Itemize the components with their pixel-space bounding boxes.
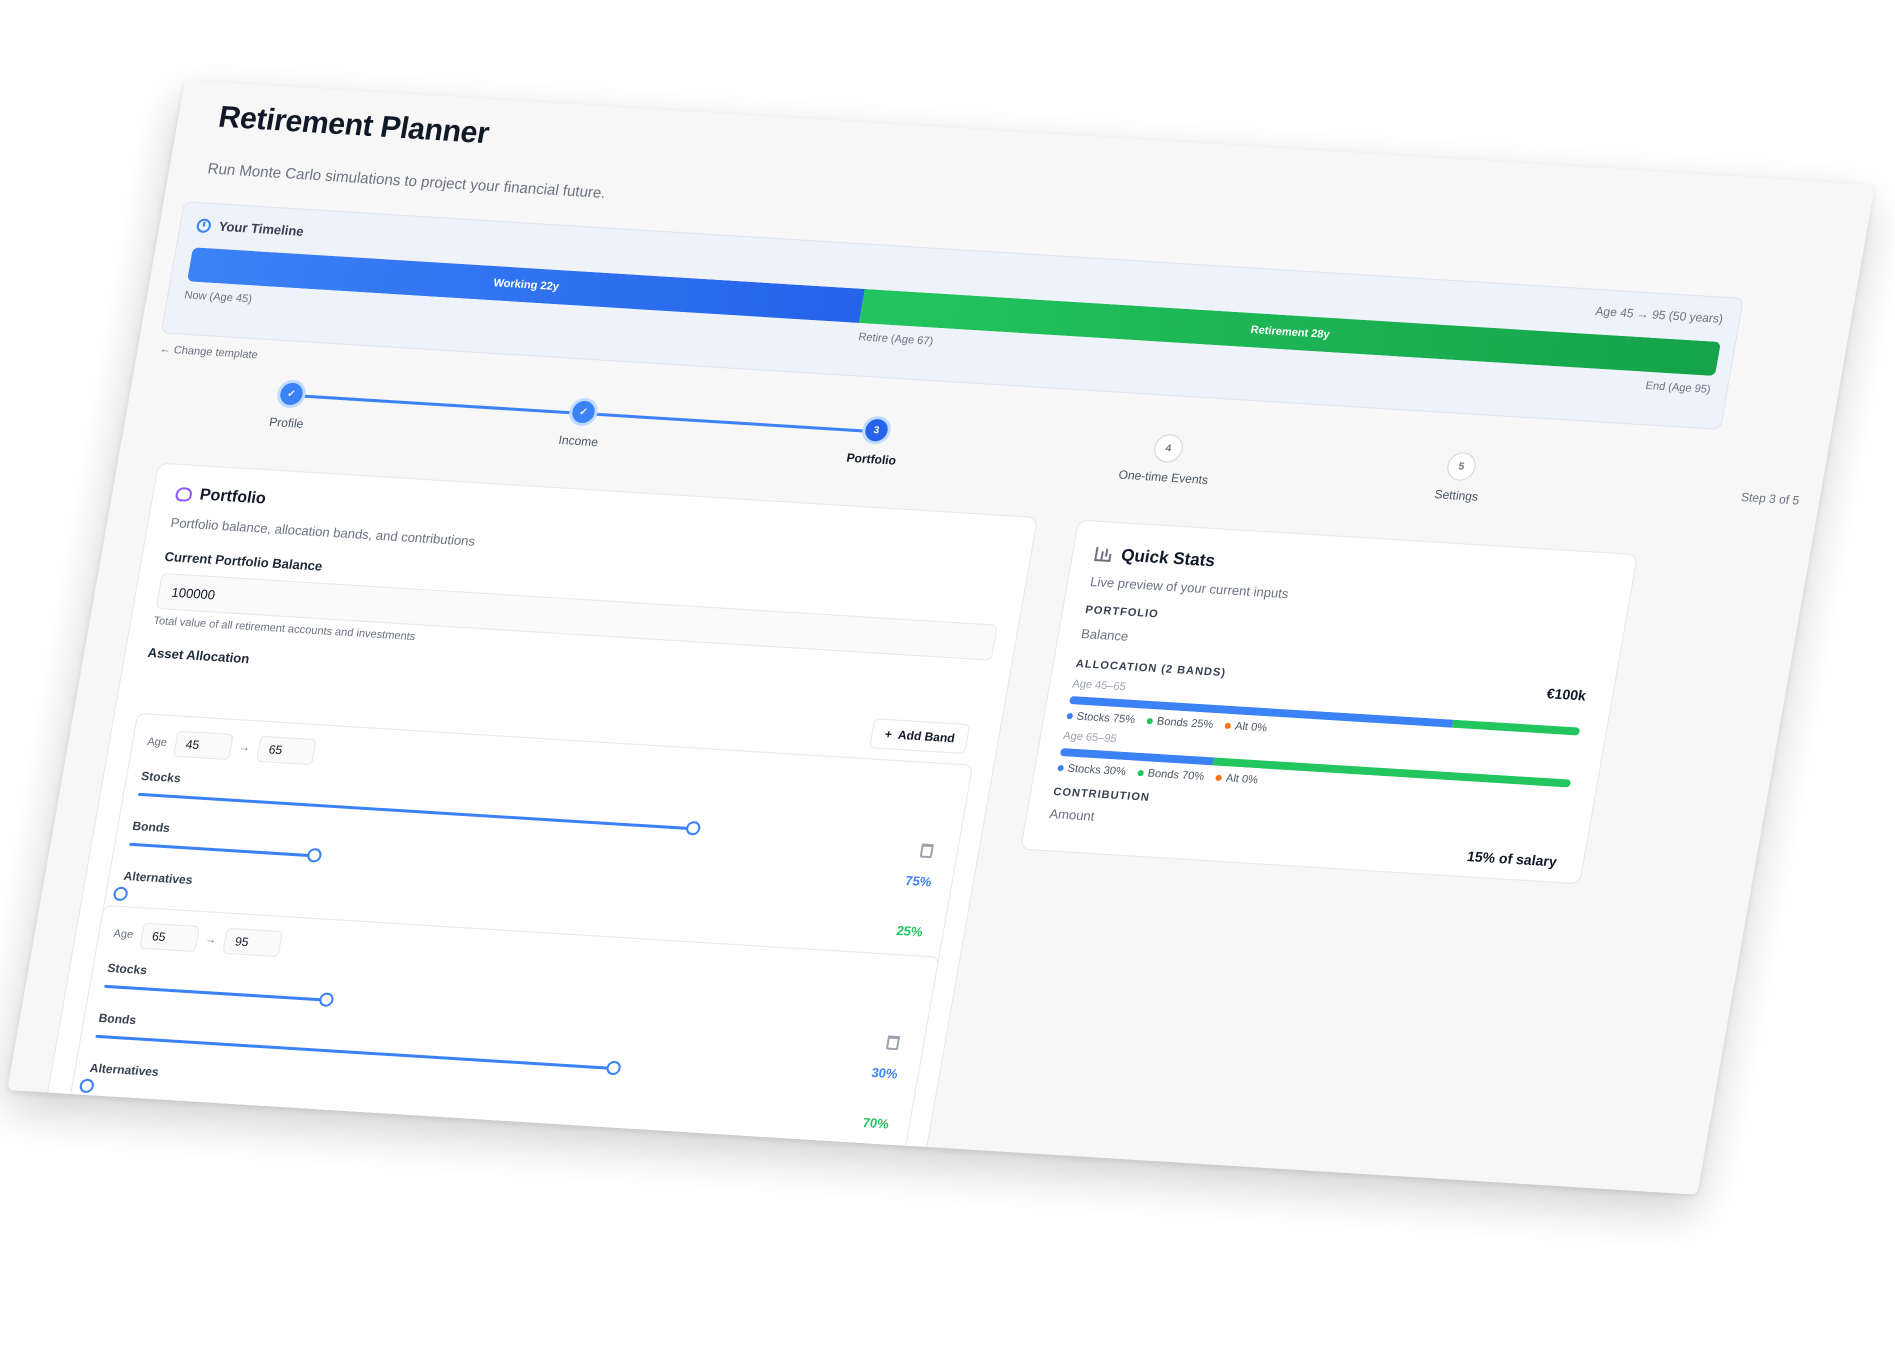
band-age-range: Age 45 → 65 (145, 729, 317, 766)
balance-stat-value: €100k (1545, 685, 1588, 704)
age-label: Age (146, 735, 169, 750)
step-label: Profile (268, 414, 305, 431)
trash-icon[interactable] (919, 843, 935, 859)
arrow-icon: → (204, 933, 218, 947)
bonds-segment (1212, 757, 1572, 788)
portfolio-section-heading: Portfolio (1084, 603, 1160, 621)
age-label: Age (112, 927, 135, 942)
quick-stats-card: Quick Stats Live preview of your current… (1020, 519, 1639, 885)
timeline-now-label: Now (Age 45) (183, 289, 253, 306)
allocation-section-heading: Allocation (2 bands) (1074, 657, 1227, 680)
portfolio-title: Portfolio (198, 486, 268, 508)
add-band-label: Add Band (896, 727, 956, 746)
app-window: Retirement Planner Run Monte Carlo simul… (7, 80, 1876, 1195)
timeline-retirement-segment: Retirement 28y (859, 288, 1721, 377)
band-age-label: Age 65–95 (1062, 729, 1118, 746)
step-label: Income (557, 432, 600, 450)
plus-icon: + (883, 726, 894, 742)
stocks-label: Stocks (140, 768, 182, 786)
slider-fill (129, 842, 315, 858)
balance-label: Current Portfolio Balance (163, 548, 324, 574)
portfolio-subtitle: Portfolio balance, allocation bands, and… (169, 514, 477, 549)
portfolio-header: Portfolio (174, 485, 267, 509)
timeline-span: Age 45 → 95 (50 years) (1594, 304, 1725, 326)
legend-stocks: Stocks 75% (1066, 710, 1136, 726)
slider-fill (104, 984, 327, 1002)
alternatives-percent: 0% (859, 1165, 882, 1182)
timeline-retire-label: Retire (Age 67) (857, 331, 935, 348)
timeline-title: Your Timeline (217, 218, 306, 239)
piggy-bank-icon (174, 486, 194, 502)
step-label: Portfolio (845, 450, 898, 468)
check-icon: ✓ (567, 397, 600, 427)
slider-thumb[interactable] (684, 820, 702, 836)
amount-stat-value: 15% of salary (1465, 848, 1559, 870)
stocks-label: Stocks (106, 960, 149, 978)
stocks-percent: 75% (904, 872, 933, 890)
clock-icon (195, 217, 213, 233)
timeline-header: Your Timeline (195, 217, 306, 239)
allocation-title: Asset Allocation (146, 644, 251, 667)
quick-stats-header: Quick Stats (1094, 544, 1217, 571)
timeline-bar: Working 22y Retirement 28y (186, 247, 1721, 377)
step-settings[interactable]: 5 Settings (1395, 449, 1524, 506)
quick-stats-subtitle: Live preview of your current inputs (1089, 573, 1290, 602)
bar-chart-icon (1094, 546, 1113, 562)
age-to-input[interactable]: 95 (221, 927, 283, 958)
slider-thumb[interactable] (112, 886, 129, 902)
bonds-percent: 25% (895, 922, 924, 940)
band-age-range: Age 65 → 95 (111, 921, 283, 958)
change-template-link[interactable]: ← Change template (159, 343, 259, 361)
legend-alt: Alt 0% (1224, 720, 1268, 734)
amount-stat-label: Amount (1048, 805, 1096, 824)
step-one-time-events[interactable]: 4 One-time Events (1102, 431, 1231, 488)
step-profile[interactable]: ✓ Profile (225, 376, 354, 433)
slider-thumb[interactable] (605, 1060, 622, 1076)
trash-icon[interactable] (885, 1035, 901, 1051)
contribution-section-heading: Contribution (1052, 785, 1151, 804)
step-label: Settings (1433, 487, 1480, 504)
step-counter: Step 3 of 5 (1739, 489, 1801, 508)
check-icon: ✓ (275, 379, 308, 409)
slider-thumb[interactable] (318, 992, 335, 1008)
timeline-working-segment: Working 22y (186, 247, 866, 323)
step-income[interactable]: ✓ Income (517, 394, 646, 451)
arrow-icon: → (237, 741, 252, 755)
page-subtitle: Run Monte Carlo simulations to project y… (206, 160, 607, 203)
balance-stat-label: Balance (1080, 625, 1130, 644)
band-age-label: Age 45–65 (1071, 677, 1127, 694)
portfolio-card: Portfolio Portfolio balance, allocation … (45, 462, 1039, 1187)
balance-input[interactable] (155, 572, 998, 661)
bonds-segment (1451, 719, 1581, 736)
page-title: Retirement Planner (216, 100, 492, 151)
add-band-button[interactable]: + Add Band (869, 718, 971, 755)
legend-stocks: Stocks 30% (1057, 762, 1127, 778)
quick-stats-title: Quick Stats (1119, 545, 1217, 571)
age-from-input[interactable]: 45 (172, 730, 234, 761)
legend-alt: Alt 0% (1215, 772, 1259, 786)
stocks-percent: 30% (870, 1064, 899, 1082)
bonds-percent: 70% (861, 1114, 891, 1132)
legend-bonds: Bonds 70% (1137, 767, 1205, 783)
step-number: 5 (1445, 451, 1478, 482)
timeline-end-label: End (Age 95) (1644, 379, 1712, 396)
age-to-input[interactable]: 65 (255, 735, 317, 766)
step-label: One-time Events (1117, 467, 1210, 488)
legend-bonds: Bonds 25% (1146, 715, 1214, 731)
slider-thumb[interactable] (306, 847, 323, 863)
slider-thumb[interactable] (78, 1078, 96, 1094)
step-portfolio[interactable]: 3 Portfolio (810, 412, 939, 469)
age-from-input[interactable]: 65 (138, 922, 200, 953)
step-number: 4 (1152, 433, 1185, 464)
step-number: 3 (860, 415, 893, 446)
